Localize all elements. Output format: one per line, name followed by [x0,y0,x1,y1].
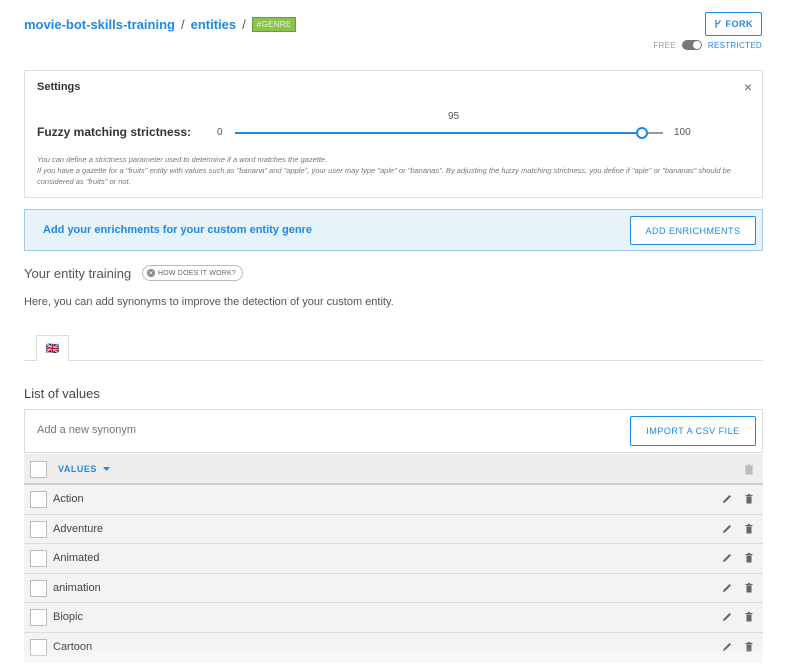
row-value: Animated [53,552,100,564]
pencil-icon[interactable] [721,493,733,505]
caret-down-icon [102,466,110,471]
pencil-icon[interactable] [721,582,733,594]
fuzzy-matching-slider[interactable] [235,127,663,139]
help-line: You can define a strictness parameter us… [37,155,328,164]
synonym-input-bar: IMPORT A CSV FILE [24,409,763,453]
slider-fill [235,132,642,134]
breadcrumb-entities[interactable]: entities [191,17,237,32]
visibility-toggle-group: FREE RESTRICTED [653,40,762,50]
row-checkbox[interactable] [30,638,47,656]
row-value: Adventure [53,522,104,535]
help-line: If you have a gazette for a "fruits" ent… [37,166,731,186]
entity-tag: #GENRE [251,16,297,32]
slider-handle[interactable] [635,127,648,139]
select-all-checkbox[interactable] [30,461,47,478]
table-header: VALUES [24,454,763,485]
settings-title: Settings [37,81,81,93]
row-value: Cartoon [53,640,93,653]
trash-icon[interactable] [743,611,755,623]
table-row[interactable]: Adventure [24,514,763,544]
training-description: Here, you can add synonyms to improve th… [24,296,394,308]
import-csv-button[interactable]: IMPORT A CSV FILE [630,416,756,446]
trash-icon[interactable] [743,493,755,505]
restricted-label: RESTRICTED [707,40,762,50]
breadcrumb-separator: / [242,16,246,32]
breadcrumb-separator: / [180,16,185,32]
values-table: VALUES Action Adventure Animated animation B… [24,454,763,662]
table-row[interactable]: Action [24,485,763,515]
add-enrichments-button[interactable]: ADD ENRICHMENTS [630,216,756,245]
table-row[interactable]: animation [24,573,763,603]
row-checkbox[interactable] [30,491,47,508]
row-checkbox[interactable] [30,520,47,538]
how-does-it-work-badge[interactable]: ✕ HOW DOES IT WORK? [142,265,243,281]
fork-icon [714,19,721,28]
table-row[interactable]: Animated [24,544,763,574]
values-column-label: VALUES [58,464,97,474]
slider-max-label: 100 [674,127,691,138]
pencil-icon[interactable] [721,523,733,535]
table-row[interactable]: Cartoon [24,632,763,662]
header: movie-bot-skills-training / entities / #… [24,12,762,36]
enrichments-text: Add your enrichments for your custom ent… [43,224,312,236]
slider-min-label: 0 [217,127,223,138]
visibility-toggle[interactable] [681,40,702,50]
settings-help-text: You can define a strictness parameter us… [37,154,747,187]
table-body: Action Adventure Animated animation Biopic Ca… [24,485,763,662]
trash-icon[interactable] [743,464,755,476]
trash-icon[interactable] [743,641,755,653]
row-value: Biopic [53,611,83,623]
tab-divider [24,360,763,361]
close-icon[interactable]: × [744,79,752,95]
trash-icon[interactable] [743,552,755,564]
row-checkbox[interactable] [30,609,47,626]
close-icon: ✕ [147,269,155,277]
list-title: List of values [24,386,100,401]
pencil-icon[interactable] [721,611,733,623]
slider-value-label: 95 [448,111,460,122]
row-value: animation [53,581,101,594]
values-column-header[interactable]: VALUES [58,464,110,474]
tab-language-english[interactable]: 🇬🇧 [36,335,69,361]
synonym-input[interactable] [37,424,437,436]
trash-icon[interactable] [743,582,755,594]
pencil-icon[interactable] [721,552,733,564]
settings-panel: Settings × Fuzzy matching strictness: 0 … [24,70,763,198]
training-title: Your entity training [24,266,132,281]
enrichments-banner: Add your enrichments for your custom ent… [24,209,763,251]
row-checkbox[interactable] [30,550,47,567]
fork-label: FORK [725,19,753,29]
row-value: Action [53,493,84,505]
breadcrumb-project[interactable]: movie-bot-skills-training [24,17,175,32]
how-badge-label: HOW DOES IT WORK? [158,269,236,277]
table-row[interactable]: Biopic [24,603,763,633]
uk-flag-icon: 🇬🇧 [45,343,60,355]
row-checkbox[interactable] [30,579,47,597]
fuzzy-matching-label: Fuzzy matching strictness: [37,125,192,139]
pencil-icon[interactable] [721,641,733,653]
free-label: FREE [653,40,676,50]
fork-button[interactable]: FORK [704,12,762,36]
trash-icon[interactable] [743,523,755,535]
